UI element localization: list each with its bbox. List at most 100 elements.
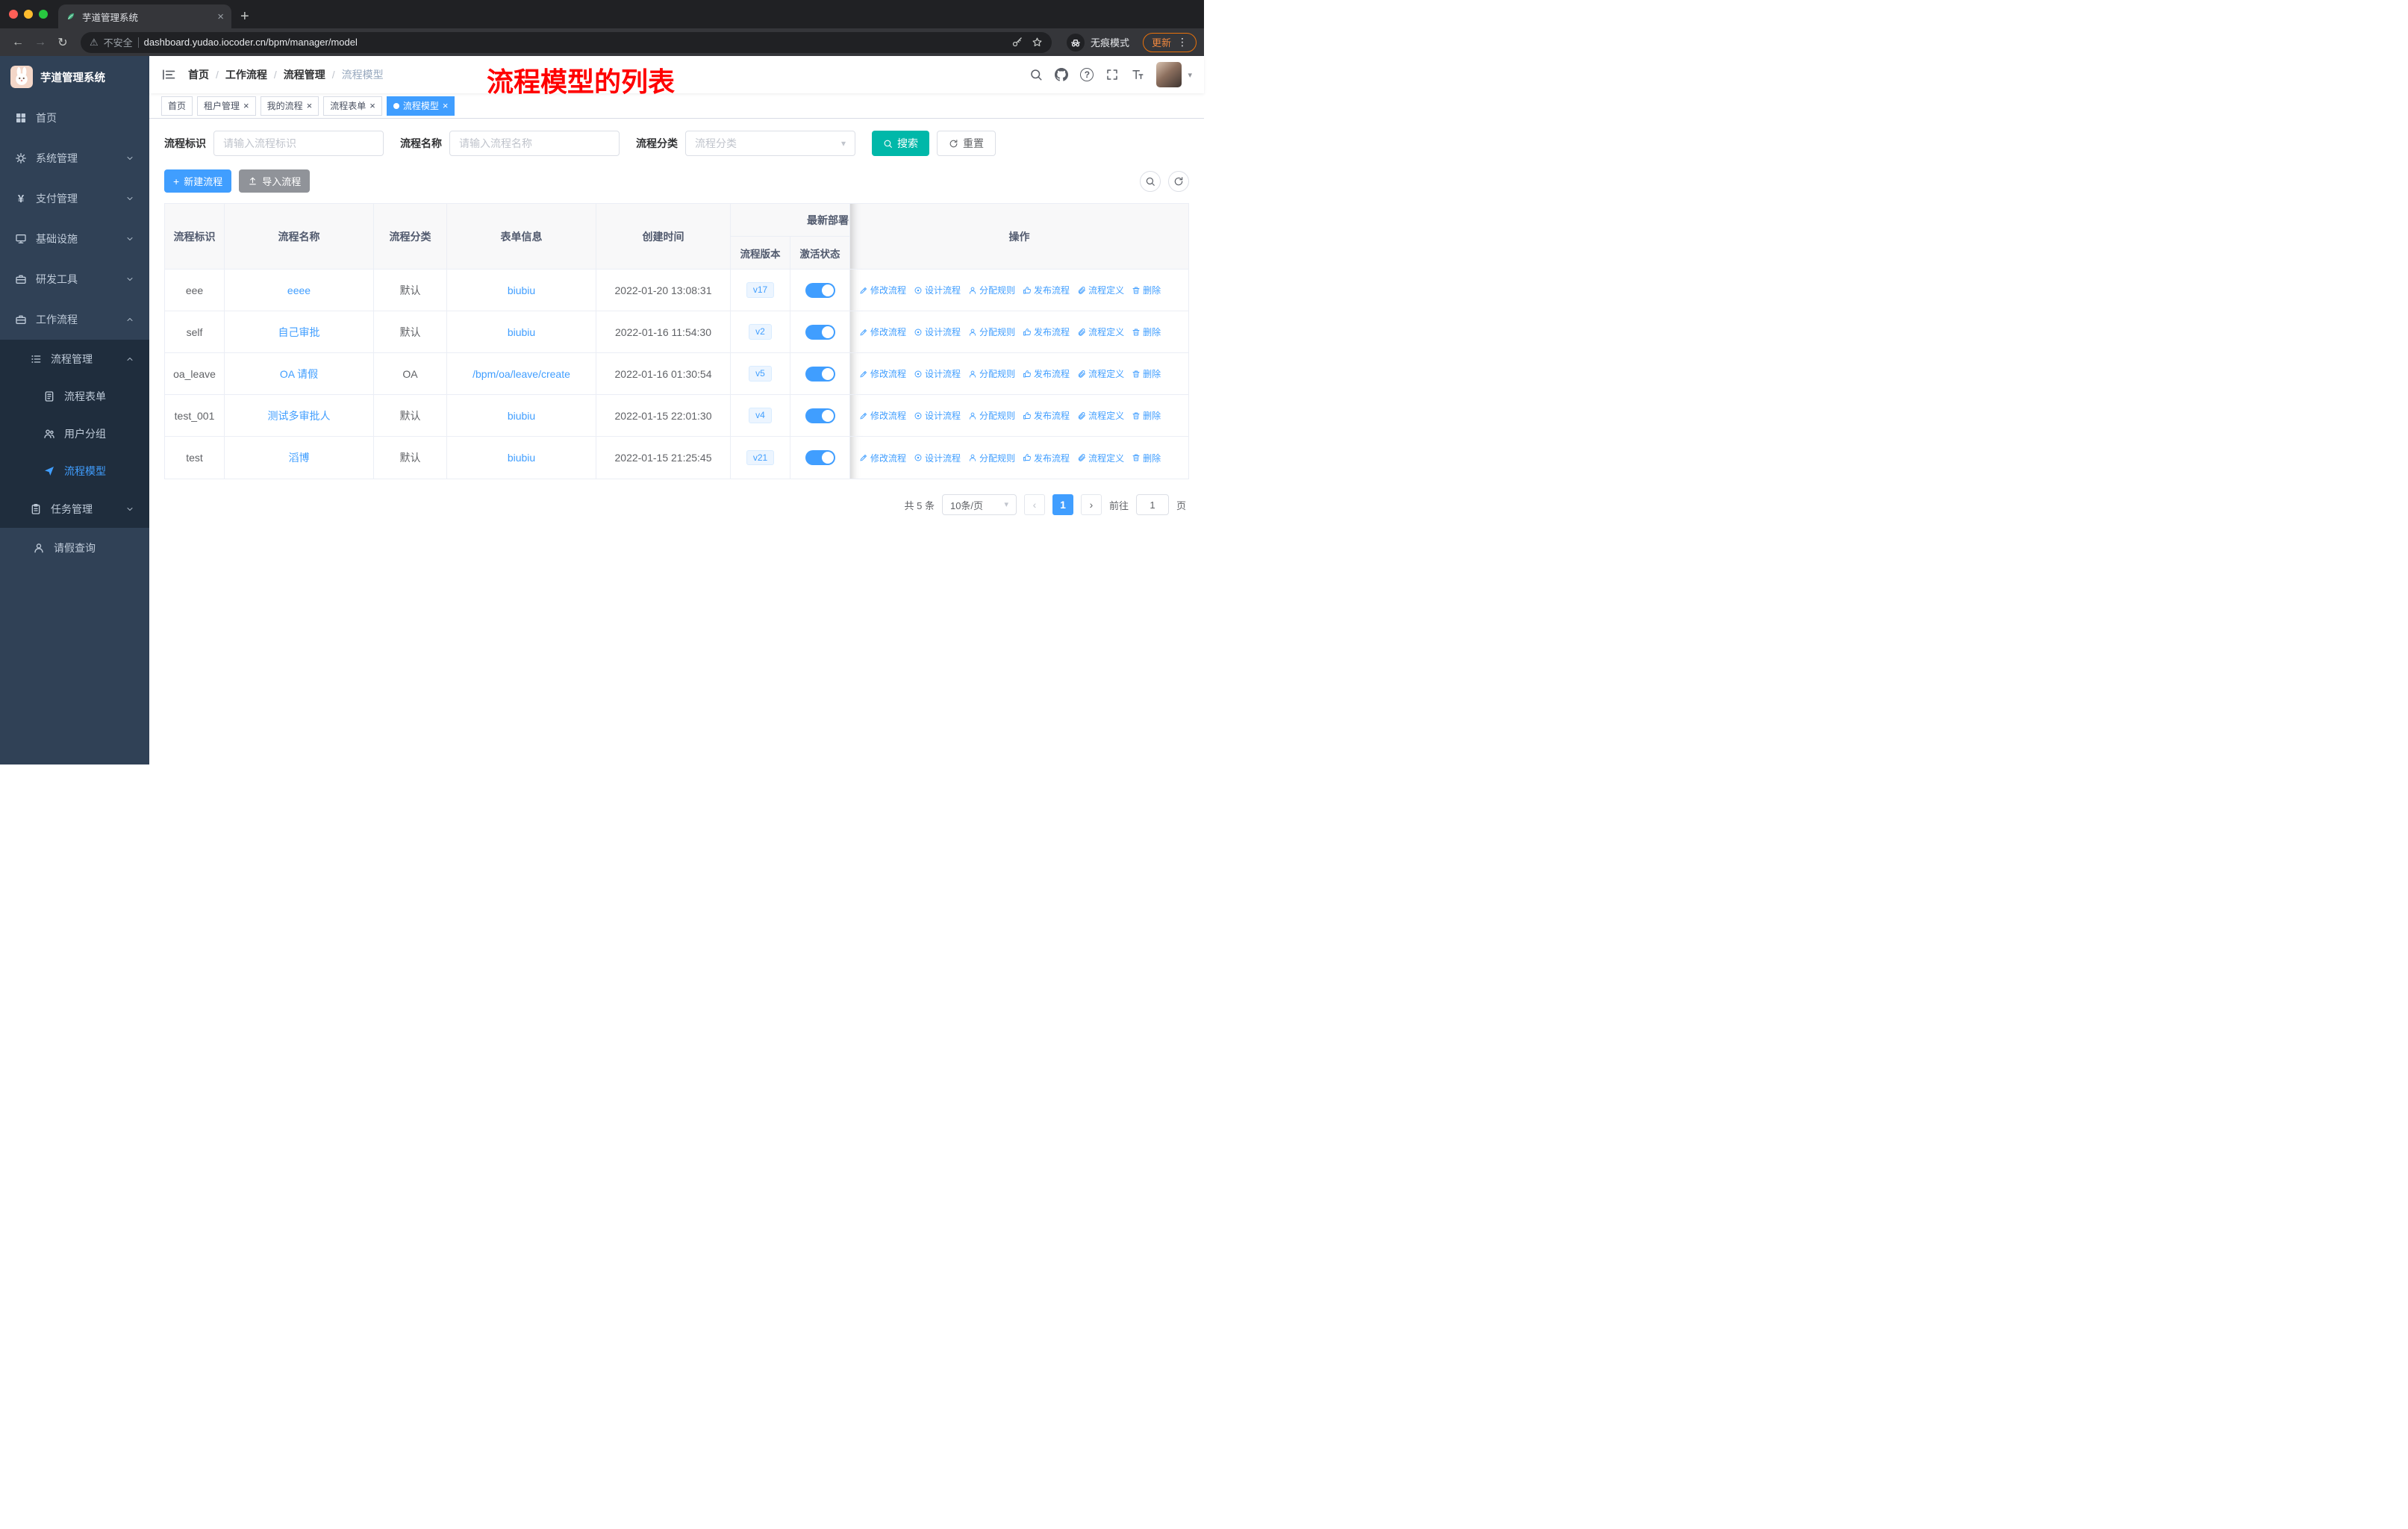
process-id-input[interactable] [213, 131, 384, 156]
action-process-definition[interactable]: 流程定义 [1077, 409, 1124, 422]
help-icon[interactable]: ? [1080, 68, 1094, 81]
sidebar-item-infra[interactable]: 基础设施 [0, 219, 149, 259]
action-design-process[interactable]: 设计流程 [914, 452, 961, 464]
action-edit-process[interactable]: 修改流程 [859, 367, 906, 380]
process-name-input[interactable] [449, 131, 620, 156]
action-design-process[interactable]: 设计流程 [914, 326, 961, 338]
action-publish-process[interactable]: 发布流程 [1023, 409, 1070, 422]
breadcrumb-process-manage[interactable]: 流程管理 [284, 67, 325, 82]
reload-button[interactable]: ↻ [52, 32, 73, 53]
incognito-profile-chip[interactable]: 无痕模式 [1059, 33, 1137, 52]
form-info-link[interactable]: biubiu [508, 284, 535, 296]
page-size-select[interactable]: 10条/页 ▾ [941, 494, 1017, 515]
update-button[interactable]: 更新 ⋮ [1142, 32, 1197, 52]
breadcrumb-home[interactable]: 首页 [188, 67, 209, 82]
action-delete[interactable]: 删除 [1132, 452, 1161, 464]
github-icon[interactable] [1055, 68, 1068, 81]
sidebar-item-process-model[interactable]: 流程模型 [0, 452, 149, 490]
tag-close-icon[interactable]: × [307, 101, 313, 110]
sidebar-item-payment[interactable]: ¥ 支付管理 [0, 178, 149, 219]
create-process-button[interactable]: + 新建流程 [164, 169, 232, 193]
active-toggle[interactable] [805, 366, 835, 382]
action-assign-rule[interactable]: 分配规则 [968, 326, 1015, 338]
search-button[interactable]: 搜索 [872, 131, 929, 156]
tag-my-process[interactable]: 我的流程 × [260, 96, 319, 116]
form-info-link[interactable]: biubiu [508, 326, 535, 338]
action-design-process[interactable]: 设计流程 [914, 409, 961, 422]
page-number-button[interactable]: 1 [1052, 494, 1073, 515]
prev-page-button[interactable]: ‹ [1023, 494, 1045, 515]
active-toggle[interactable] [805, 324, 835, 340]
font-size-icon[interactable] [1131, 68, 1144, 81]
action-process-definition[interactable]: 流程定义 [1077, 284, 1124, 296]
window-close-button[interactable] [9, 10, 18, 19]
tag-home[interactable]: 首页 [161, 96, 193, 116]
process-name-link[interactable]: 测试多审批人 [268, 408, 331, 423]
form-info-link[interactable]: /bpm/oa/leave/create [472, 368, 570, 380]
action-process-definition[interactable]: 流程定义 [1077, 367, 1124, 380]
forward-button[interactable]: → [30, 32, 51, 53]
breadcrumb-workflow[interactable]: 工作流程 [225, 67, 267, 82]
tag-process-form[interactable]: 流程表单 × [323, 96, 382, 116]
tag-close-icon[interactable]: × [369, 101, 375, 110]
action-edit-process[interactable]: 修改流程 [859, 452, 906, 464]
new-tab-button[interactable]: + [240, 9, 249, 24]
form-info-link[interactable]: biubiu [508, 452, 535, 464]
action-edit-process[interactable]: 修改流程 [859, 326, 906, 338]
sidebar-item-user-group[interactable]: 用户分组 [0, 415, 149, 452]
action-process-definition[interactable]: 流程定义 [1077, 452, 1124, 464]
action-publish-process[interactable]: 发布流程 [1023, 367, 1070, 380]
process-name-link[interactable]: OA 请假 [280, 367, 318, 382]
active-toggle[interactable] [805, 408, 835, 423]
action-assign-rule[interactable]: 分配规则 [968, 367, 1015, 380]
tag-tenant[interactable]: 租户管理 × [197, 96, 256, 116]
window-zoom-button[interactable] [39, 10, 48, 19]
process-category-select[interactable]: 流程分类 ▾ [685, 131, 855, 156]
action-assign-rule[interactable]: 分配规则 [968, 452, 1015, 464]
sidebar-fold-icon[interactable] [161, 67, 176, 82]
form-info-link[interactable]: biubiu [508, 410, 535, 422]
sidebar-item-home[interactable]: 首页 [0, 98, 149, 138]
search-icon[interactable] [1029, 68, 1043, 81]
sidebar-item-process-form[interactable]: 流程表单 [0, 378, 149, 415]
process-name-link[interactable]: 自己审批 [278, 325, 320, 340]
process-name-link[interactable]: eeee [287, 284, 311, 296]
browser-menu-icon[interactable]: ⋮ [1177, 36, 1188, 49]
user-avatar[interactable] [1156, 62, 1182, 87]
sidebar-item-task-manage[interactable]: 任务管理 [0, 490, 149, 528]
fullscreen-icon[interactable] [1105, 68, 1119, 81]
tab-close-icon[interactable]: × [217, 11, 224, 22]
import-process-button[interactable]: 导入流程 [239, 169, 311, 193]
tag-close-icon[interactable]: × [243, 101, 249, 110]
goto-page-input[interactable] [1135, 494, 1169, 515]
refresh-table-button[interactable] [1168, 170, 1189, 192]
action-delete[interactable]: 删除 [1132, 409, 1161, 422]
browser-tab[interactable]: 芋道管理系统 × [58, 4, 231, 28]
window-minimize-button[interactable] [24, 10, 33, 19]
action-assign-rule[interactable]: 分配规则 [968, 284, 1015, 296]
process-name-link[interactable]: 滔博 [289, 450, 310, 465]
active-toggle[interactable] [805, 282, 835, 298]
action-assign-rule[interactable]: 分配规则 [968, 409, 1015, 422]
action-process-definition[interactable]: 流程定义 [1077, 326, 1124, 338]
action-design-process[interactable]: 设计流程 [914, 284, 961, 296]
sidebar-item-workflow[interactable]: 工作流程 [0, 299, 149, 340]
url-bar[interactable]: ⚠ 不安全 dashboard.yudao.iocoder.cn/bpm/man… [81, 31, 1052, 53]
action-design-process[interactable]: 设计流程 [914, 367, 961, 380]
next-page-button[interactable]: › [1080, 494, 1102, 515]
action-edit-process[interactable]: 修改流程 [859, 284, 906, 296]
bookmark-star-icon[interactable] [1032, 37, 1043, 48]
tag-process-model[interactable]: 流程模型 × [386, 96, 455, 116]
action-delete[interactable]: 删除 [1132, 367, 1161, 380]
action-publish-process[interactable]: 发布流程 [1023, 284, 1070, 296]
action-publish-process[interactable]: 发布流程 [1023, 326, 1070, 338]
action-publish-process[interactable]: 发布流程 [1023, 452, 1070, 464]
sidebar-item-devtools[interactable]: 研发工具 [0, 259, 149, 299]
back-button[interactable]: ← [7, 32, 28, 53]
reset-button[interactable]: 重置 [937, 131, 996, 156]
active-toggle[interactable] [805, 450, 835, 465]
toggle-search-button[interactable] [1140, 170, 1161, 192]
sidebar-item-process-manage[interactable]: 流程管理 [0, 340, 149, 378]
sidebar-item-leave-query[interactable]: 请假查询 [0, 528, 149, 568]
action-delete[interactable]: 删除 [1132, 284, 1161, 296]
